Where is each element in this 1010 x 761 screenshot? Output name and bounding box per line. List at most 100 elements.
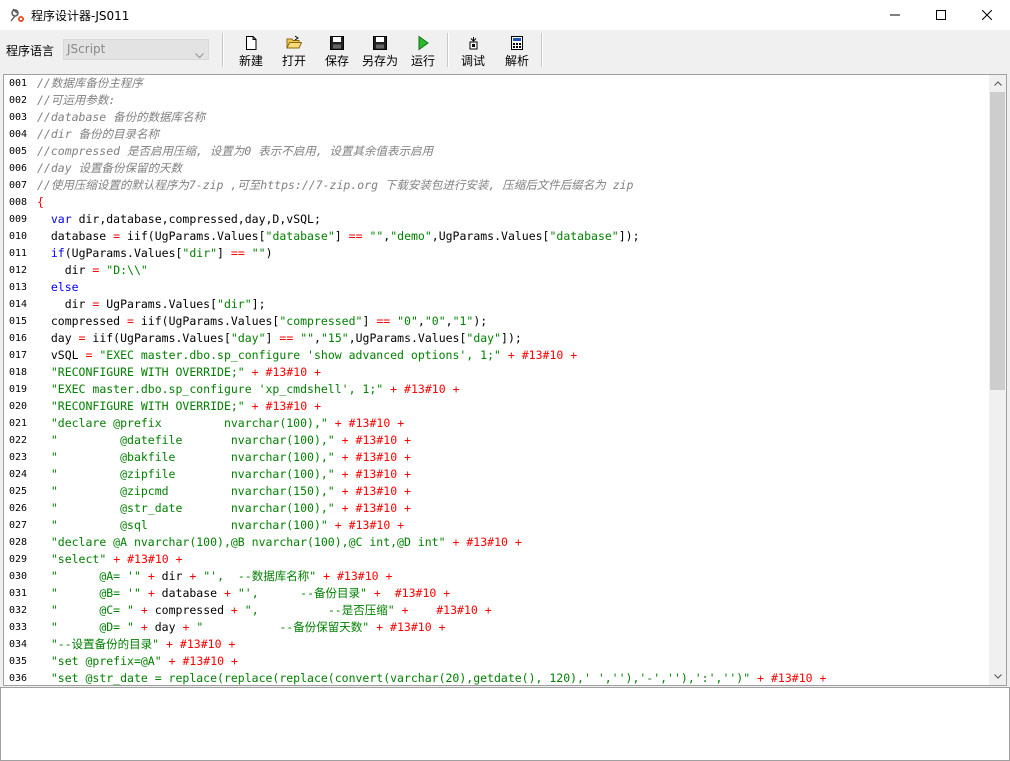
code-line[interactable]: 028 "declare @A nvarchar(100),@B nvarcha… [4, 534, 988, 551]
code-text[interactable]: var dir,database,compressed,day,D,vSQL; [37, 211, 321, 228]
code-text[interactable]: else [37, 279, 79, 296]
save-button-label: 保存 [324, 54, 349, 68]
code-line[interactable]: 031 " @B= '" + database + "', --备份目录" + … [4, 585, 988, 602]
code-line[interactable]: 020 "RECONFIGURE WITH OVERRIDE;" + #13#1… [4, 398, 988, 415]
code-line[interactable]: 023 " @bakfile nvarchar(100)," + #13#10 … [4, 449, 988, 466]
code-text[interactable]: "set @prefix=@A" + #13#10 + [37, 653, 238, 670]
line-number: 025 [9, 486, 28, 497]
code-text[interactable]: vSQL = "EXEC master.dbo.sp_configure 'sh… [37, 347, 577, 364]
code-line[interactable]: 025 " @zipcmd nvarchar(150)," + #13#10 + [4, 483, 988, 500]
code-line[interactable]: 036 "set @str_date = replace(replace(rep… [4, 670, 988, 685]
code-text[interactable]: dir = UgParams.Values["dir"]; [37, 296, 266, 313]
code-line[interactable]: 033 " @D= " + day + " --备份保留天数" + #13#10… [4, 619, 988, 636]
close-icon [982, 10, 992, 20]
code-text[interactable]: "set @str_date = replace(replace(replace… [37, 670, 827, 685]
code-line[interactable]: 029 "select" + #13#10 + [4, 551, 988, 568]
close-button[interactable] [964, 0, 1010, 30]
code-line[interactable]: 030 " @A= '" + dir + "', --数据库名称" + #13#… [4, 568, 988, 585]
code-line[interactable]: 005 //compressed 是否启用压缩, 设置为0 表示不启用, 设置其余… [4, 143, 988, 160]
code-text[interactable]: //day 设置备份保留的天数 [37, 160, 182, 177]
code-line[interactable]: 018 "RECONFIGURE WITH OVERRIDE;" + #13#1… [4, 364, 988, 381]
code-text[interactable]: //数据库备份主程序 [37, 75, 143, 92]
save-as-button[interactable]: 另存为 [360, 33, 400, 69]
code-text[interactable]: " @datefile nvarchar(100)," + #13#10 + [37, 432, 411, 449]
code-text[interactable]: " @zipfile nvarchar(100)," + #13#10 + [37, 466, 411, 483]
code-area[interactable]: 001 //数据库备份主程序 002 //可运用参数: 003 //database 备份… [4, 75, 988, 685]
line-number: 014 [9, 299, 28, 310]
code-line[interactable]: 021 "declare @prefix nvarchar(100)," + #… [4, 415, 988, 432]
scroll-down-icon[interactable] [989, 668, 1006, 685]
output-pane[interactable] [0, 687, 1010, 761]
open-button[interactable]: 打开 [278, 33, 310, 69]
code-text[interactable]: "RECONFIGURE WITH OVERRIDE;" + #13#10 + [37, 398, 321, 415]
code-line[interactable]: 035 "set @prefix=@A" + #13#10 + [4, 653, 988, 670]
code-line[interactable]: 022 " @datefile nvarchar(100)," + #13#10… [4, 432, 988, 449]
code-text[interactable]: day = iif(UgParams.Values["day"] == "","… [37, 330, 522, 347]
maximize-icon [936, 10, 946, 20]
vertical-scrollbar[interactable] [989, 75, 1006, 685]
code-text[interactable]: " @B= '" + database + "', --备份目录" + #13#… [37, 585, 450, 602]
language-select[interactable]: JScript [63, 39, 209, 60]
scroll-up-icon[interactable] [989, 75, 1006, 92]
code-line[interactable]: 006 //day 设置备份保留的天数 [4, 160, 988, 177]
parse-button[interactable]: 解析 [501, 33, 533, 69]
code-line[interactable]: 026 " @str_date nvarchar(100)," + #13#10… [4, 500, 988, 517]
code-text[interactable]: "--设置备份的目录" + #13#10 + [37, 636, 236, 653]
code-text[interactable]: " @bakfile nvarchar(100)," + #13#10 + [37, 449, 411, 466]
code-line[interactable]: 007 //使用压缩设置的默认程序为7-zip ,可至https://7-zip.… [4, 177, 988, 194]
code-line[interactable]: 010 database = iif(UgParams.Values["data… [4, 228, 988, 245]
code-line[interactable]: 001 //数据库备份主程序 [4, 75, 988, 92]
code-text[interactable]: //database 备份的数据库名称 [37, 109, 205, 126]
code-text[interactable]: "select" + #13#10 + [37, 551, 183, 568]
line-number: 035 [9, 656, 28, 667]
code-line[interactable]: 004 //dir 备份的目录名称 [4, 126, 988, 143]
line-number: 012 [9, 265, 28, 276]
code-text[interactable]: " @D= " + day + " --备份保留天数" + #13#10 + [37, 619, 446, 636]
code-line[interactable]: 009 var dir,database,compressed,day,D,vS… [4, 211, 988, 228]
code-text[interactable]: //dir 备份的目录名称 [37, 126, 159, 143]
code-line[interactable]: 008 { [4, 194, 988, 211]
code-line[interactable]: 024 " @zipfile nvarchar(100)," + #13#10 … [4, 466, 988, 483]
scrollbar-thumb[interactable] [990, 92, 1005, 390]
line-number: 036 [9, 673, 28, 684]
code-text[interactable]: compressed = iif(UgParams.Values["compre… [37, 313, 487, 330]
code-text[interactable]: " @str_date nvarchar(100)," + #13#10 + [37, 500, 411, 517]
code-editor[interactable]: 001 //数据库备份主程序 002 //可运用参数: 003 //database 备份… [3, 74, 1007, 686]
line-number: 001 [9, 78, 28, 89]
code-line[interactable]: 032 " @C= " + compressed + ", --是否压缩" + … [4, 602, 988, 619]
code-text[interactable]: " @A= '" + dir + "', --数据库名称" + #13#10 + [37, 568, 393, 585]
code-text[interactable]: //使用压缩设置的默认程序为7-zip ,可至https://7-zip.org… [37, 177, 633, 194]
code-text[interactable]: " @C= " + compressed + ", --是否压缩" + #13#… [37, 602, 492, 619]
code-text[interactable]: "RECONFIGURE WITH OVERRIDE;" + #13#10 + [37, 364, 321, 381]
code-text[interactable]: { [37, 194, 44, 211]
run-button[interactable]: 运行 [407, 33, 439, 69]
save-button[interactable]: 保存 [321, 33, 353, 69]
code-text[interactable]: if(UgParams.Values["dir"] == "") [37, 245, 273, 262]
code-text[interactable]: //compressed 是否启用压缩, 设置为0 表示不启用, 设置其余值表示… [37, 143, 433, 160]
code-line[interactable]: 017 vSQL = "EXEC master.dbo.sp_configure… [4, 347, 988, 364]
code-line[interactable]: 016 day = iif(UgParams.Values["day"] == … [4, 330, 988, 347]
code-line[interactable]: 013 else [4, 279, 988, 296]
code-text[interactable]: " @zipcmd nvarchar(150)," + #13#10 + [37, 483, 411, 500]
code-text[interactable]: //可运用参数: [37, 92, 115, 109]
code-line[interactable]: 012 dir = "D:\\" [4, 262, 988, 279]
code-text[interactable]: " @sql nvarchar(100)" + #13#10 + [37, 517, 404, 534]
code-line[interactable]: 027 " @sql nvarchar(100)" + #13#10 + [4, 517, 988, 534]
code-line[interactable]: 011 if(UgParams.Values["dir"] == "") [4, 245, 988, 262]
minimize-button[interactable] [872, 0, 918, 30]
code-line[interactable]: 003 //database 备份的数据库名称 [4, 109, 988, 126]
code-line[interactable]: 002 //可运用参数: [4, 92, 988, 109]
code-text[interactable]: dir = "D:\\" [37, 262, 148, 279]
code-text[interactable]: "declare @prefix nvarchar(100)," + #13#1… [37, 415, 404, 432]
code-text[interactable]: database = iif(UgParams.Values["database… [37, 228, 640, 245]
code-text[interactable]: "EXEC master.dbo.sp_configure 'xp_cmdshe… [37, 381, 460, 398]
code-line[interactable]: 014 dir = UgParams.Values["dir"]; [4, 296, 988, 313]
code-line[interactable]: 015 compressed = iif(UgParams.Values["co… [4, 313, 988, 330]
new-button[interactable]: 新建 [235, 33, 267, 69]
maximize-button[interactable] [918, 0, 964, 30]
line-number: 020 [9, 401, 28, 412]
code-line[interactable]: 019 "EXEC master.dbo.sp_configure 'xp_cm… [4, 381, 988, 398]
code-line[interactable]: 034 "--设置备份的目录" + #13#10 + [4, 636, 988, 653]
code-text[interactable]: "declare @A nvarchar(100),@B nvarchar(10… [37, 534, 522, 551]
debug-button[interactable]: 调试 [457, 33, 489, 69]
